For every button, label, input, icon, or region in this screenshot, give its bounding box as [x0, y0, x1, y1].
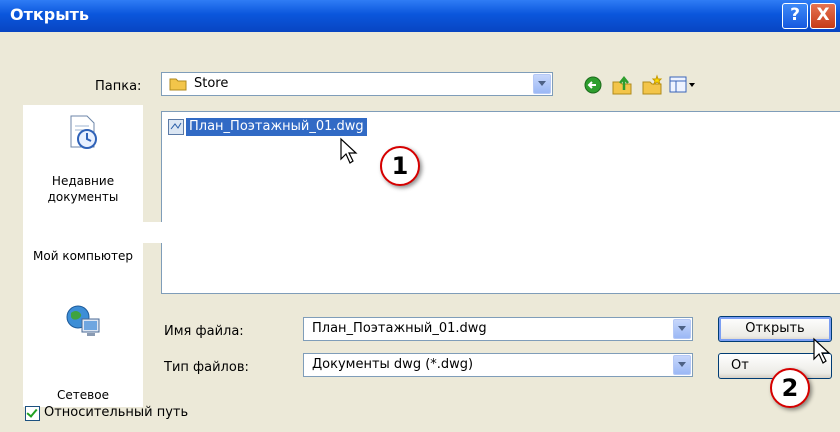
open-dialog: Открыть ? X Папка: Store Недавние докуме…: [0, 0, 840, 432]
new-folder-icon[interactable]: [641, 74, 663, 96]
network-icon[interactable]: [65, 303, 101, 339]
back-icon[interactable]: [583, 75, 603, 95]
places-bar: Недавние документы Мой компьютер Сетевое: [23, 105, 143, 407]
mouse-cursor-icon: [340, 137, 358, 164]
up-folder-icon[interactable]: [611, 74, 633, 96]
help-button[interactable]: ?: [782, 3, 808, 29]
white-strip: [48, 222, 840, 243]
callout-1: 1: [380, 146, 420, 186]
chevron-down-icon[interactable]: [533, 74, 551, 94]
place-my-computer[interactable]: Мой компьютер: [23, 248, 143, 264]
window-title: Открыть: [10, 5, 90, 24]
filetype-select[interactable]: Документы dwg (*.dwg): [303, 353, 693, 377]
mouse-cursor-icon: [813, 337, 831, 364]
relative-path-checkbox[interactable]: [25, 406, 40, 421]
callout-2: 2: [770, 368, 810, 408]
filename-value: План_Поэтажный_01.dwg: [312, 321, 487, 336]
folder-value: Store: [194, 76, 229, 91]
recent-documents-icon[interactable]: [65, 114, 101, 150]
place-recent[interactable]: Недавние документы: [23, 173, 143, 205]
folder-icon: [169, 78, 187, 91]
title-bar: Открыть ? X: [0, 0, 840, 32]
chevron-down-icon[interactable]: [673, 355, 691, 375]
file-name: План_Поэтажный_01.dwg: [186, 118, 367, 136]
close-button[interactable]: X: [810, 3, 836, 29]
place-network[interactable]: Сетевое: [23, 387, 143, 403]
folder-label: Папка:: [95, 79, 142, 94]
dwg-file-icon: [168, 119, 184, 135]
folder-combo[interactable]: Store: [161, 72, 553, 96]
filename-input[interactable]: План_Поэтажный_01.dwg: [303, 317, 693, 341]
filename-label: Имя файла:: [164, 324, 244, 339]
file-list[interactable]: План_Поэтажный_01.dwg: [161, 111, 840, 294]
filetype-label: Тип файлов:: [164, 360, 249, 375]
chevron-down-icon[interactable]: [673, 319, 691, 339]
filetype-value: Документы dwg (*.dwg): [312, 357, 474, 372]
relative-path-label: Относительный путь: [44, 405, 189, 420]
view-menu-icon[interactable]: [669, 76, 697, 94]
